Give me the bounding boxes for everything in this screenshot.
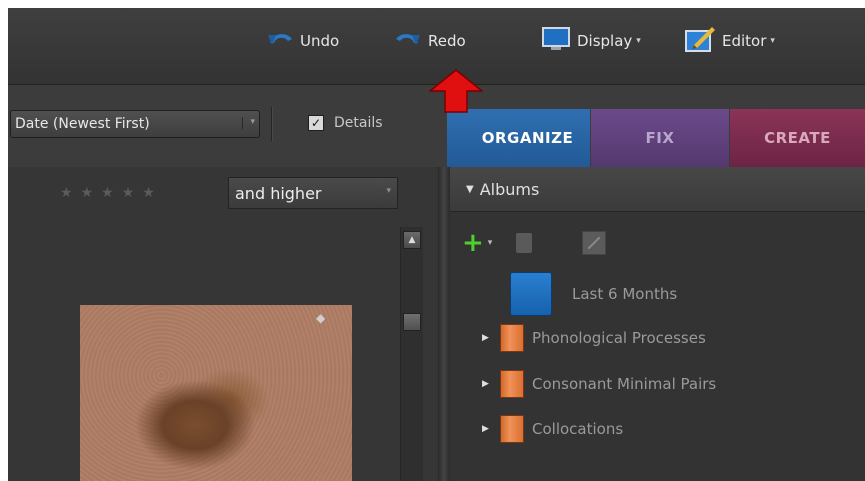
- redo-icon: [394, 29, 422, 53]
- tab-organize[interactable]: ORGANIZE: [447, 109, 590, 167]
- delete-album-icon[interactable]: [516, 233, 533, 253]
- smart-album-icon: [510, 272, 552, 316]
- edit-album-icon[interactable]: [582, 231, 607, 255]
- display-menu[interactable]: Display ▾: [541, 24, 641, 58]
- rating-condition-select[interactable]: and higher ▾: [228, 177, 398, 209]
- undo-icon: [266, 29, 294, 53]
- media-browser: ★ ★ ★ ★ ★ and higher ▾ ▲ ◆: [8, 167, 438, 481]
- chevron-down-icon: ▾: [770, 36, 775, 46]
- sort-order-select[interactable]: Date (Newest First) ▾: [10, 110, 260, 138]
- album-label: Collocations: [532, 420, 624, 438]
- expand-triangle-icon[interactable]: ▶: [482, 379, 492, 389]
- star-icon[interactable]: ★: [81, 185, 94, 201]
- album-label: Consonant Minimal Pairs: [532, 375, 717, 393]
- details-toggle[interactable]: ✓ Details: [308, 115, 383, 131]
- vertical-scrollbar[interactable]: ▲: [400, 227, 423, 481]
- redo-button[interactable]: Redo: [394, 24, 466, 58]
- undo-label: Undo: [300, 32, 340, 50]
- expand-triangle-icon[interactable]: ▶: [482, 424, 492, 434]
- star-icon[interactable]: ★: [142, 185, 155, 201]
- star-icon[interactable]: ★: [60, 185, 73, 201]
- tag-icon: ◆: [316, 311, 326, 325]
- display-icon: [541, 26, 571, 56]
- chevron-down-icon: ▾: [636, 36, 641, 46]
- divider: [271, 107, 272, 141]
- chevron-down-icon[interactable]: ▾: [488, 238, 493, 248]
- albums-header[interactable]: ▼ Albums: [450, 167, 865, 212]
- chevron-down-icon: ▾: [386, 186, 391, 196]
- chevron-down-icon: ▾: [242, 117, 255, 129]
- star-icon[interactable]: ★: [122, 185, 135, 201]
- album-item-smart[interactable]: Last 6 Months: [450, 272, 677, 316]
- sort-order-value: Date (Newest First): [15, 116, 150, 132]
- album-item[interactable]: ▶ Consonant Minimal Pairs: [450, 370, 716, 398]
- albums-title: Albums: [479, 179, 540, 199]
- details-label: Details: [334, 115, 383, 131]
- photo-thumbnail[interactable]: ◆: [80, 305, 352, 481]
- album-category-icon: [500, 324, 524, 352]
- details-checkbox[interactable]: ✓: [308, 115, 324, 131]
- editor-label: Editor: [722, 32, 767, 50]
- scroll-up-button[interactable]: ▲: [403, 231, 421, 249]
- organizer-window: Undo Redo Display ▾ Editor ▾ Date (Newes…: [8, 8, 865, 481]
- rating-condition-value: and higher: [235, 183, 322, 203]
- expand-triangle-icon[interactable]: ▶: [482, 333, 492, 343]
- star-rating-filter[interactable]: ★ ★ ★ ★ ★: [60, 185, 155, 201]
- tab-fix-label: FIX: [645, 129, 675, 147]
- redo-label: Redo: [428, 32, 466, 50]
- undo-button[interactable]: Undo: [266, 24, 339, 58]
- album-label: Last 6 Months: [572, 285, 678, 303]
- album-item[interactable]: ▶ Phonological Processes: [450, 324, 706, 352]
- red-arrow-icon: [429, 69, 483, 113]
- album-category-icon: [500, 415, 524, 443]
- collapse-triangle-icon[interactable]: ▼: [466, 184, 474, 195]
- display-label: Display: [577, 32, 633, 50]
- album-item[interactable]: ▶ Collocations: [450, 415, 623, 443]
- tab-organize-label: ORGANIZE: [481, 129, 574, 147]
- tab-create-label: CREATE: [764, 129, 831, 147]
- star-icon[interactable]: ★: [101, 185, 114, 201]
- editor-icon: [684, 25, 716, 57]
- add-album-icon[interactable]: +: [462, 230, 484, 256]
- scroll-thumb[interactable]: [403, 313, 421, 331]
- albums-toolbar: + ▾: [462, 230, 607, 256]
- panel-resize-handle[interactable]: [438, 167, 450, 481]
- tab-create[interactable]: CREATE: [730, 109, 865, 167]
- album-category-icon: [500, 370, 524, 398]
- editor-menu[interactable]: Editor ▾: [684, 24, 775, 58]
- albums-panel: ▼ Albums + ▾ Last 6 Months ▶ Phonologica…: [450, 167, 865, 481]
- tab-fix[interactable]: FIX: [591, 109, 729, 167]
- album-label: Phonological Processes: [532, 329, 706, 347]
